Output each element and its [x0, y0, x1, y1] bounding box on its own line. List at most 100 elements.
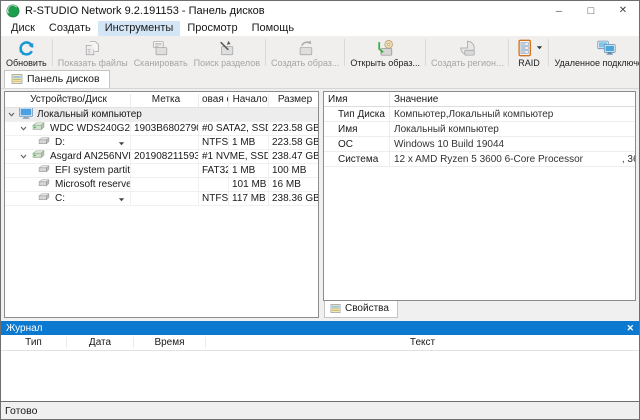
log-body: [1, 351, 639, 401]
refresh-button[interactable]: Обновить: [3, 37, 50, 68]
property-name: Тип Диска: [324, 107, 390, 121]
tab-device-panel[interactable]: Панель дисков: [4, 70, 110, 88]
property-value: Локальный компьютер: [390, 124, 635, 135]
titlebar: R-STUDIO Network 9.2.191153 - Панель дис…: [1, 1, 639, 20]
cell-start: 101 MB: [229, 178, 269, 191]
properties-panel: Имя Значение Тип Диска Компьютер,Локальн…: [323, 91, 636, 301]
tab-properties[interactable]: Свойства: [324, 301, 398, 318]
chevron-down-icon[interactable]: [536, 42, 543, 54]
toolbar: Обновить Показать файлы Сканировать Поис…: [1, 36, 639, 68]
cell-size: 223.58 GB: [269, 136, 318, 149]
properties-wrap: Имя Значение Тип Диска Компьютер,Локальн…: [323, 91, 636, 318]
device-name: Microsoft reserved ...: [55, 179, 131, 190]
drive-icon: [31, 122, 46, 135]
show-files-icon: [83, 38, 103, 57]
cell-label: 201908211593: [131, 150, 199, 163]
create-region-button[interactable]: Создать регион...: [428, 37, 507, 68]
cell-label: 1903B6802790: [131, 122, 199, 135]
cell-label: [131, 192, 199, 205]
cell-filesystem: NTFS: [199, 136, 229, 149]
column-header-start[interactable]: Начало: [229, 94, 269, 107]
property-value: Windows 10 Build 19044: [390, 139, 635, 150]
maximize-icon[interactable]: □: [575, 1, 607, 20]
tab-label: Свойства: [345, 303, 389, 314]
column-header-label[interactable]: Метка: [131, 94, 199, 107]
property-row[interactable]: Система 12 x AMD Ryzen 5 3600 6-Core Pro…: [324, 152, 635, 167]
toolbar-separator: [425, 39, 426, 66]
minimize-icon[interactable]: ─: [543, 1, 575, 20]
menu-view[interactable]: Просмотр: [180, 21, 244, 36]
chevron-expanded-icon[interactable]: [19, 124, 28, 133]
disk-tree-panel: Устройство/Диск Метка овая си Начало Раз…: [4, 91, 319, 318]
create-image-icon: [295, 38, 315, 57]
app-logo-icon: [6, 4, 20, 18]
cell-interface: #1 NVME, SSD: [199, 150, 269, 163]
raid-button[interactable]: RAID: [511, 37, 546, 68]
close-icon[interactable]: ✕: [626, 323, 634, 334]
cell-start: 1 MB: [229, 136, 269, 149]
open-image-icon: [375, 38, 395, 57]
remote-connection-icon: [596, 38, 616, 57]
show-files-button[interactable]: Показать файлы: [55, 37, 131, 68]
create-image-button[interactable]: Создать образ...: [268, 37, 342, 68]
partition-icon: [37, 137, 51, 149]
log-column-type[interactable]: Тип: [1, 337, 67, 348]
toolbar-separator: [265, 39, 266, 66]
log-title: Журнал: [6, 323, 43, 334]
chevron-expanded-icon[interactable]: [19, 152, 28, 161]
toolbar-separator: [52, 39, 53, 66]
menu-disk[interactable]: Диск: [4, 21, 42, 36]
scan-button[interactable]: Сканировать: [131, 37, 191, 68]
toolbar-separator: [508, 39, 509, 66]
table-row-drive[interactable]: Asgard AN256NVMe-M... 201908211593 #1 NV…: [5, 150, 318, 164]
tab-label: Панель дисков: [27, 73, 100, 85]
cell-size: 100 MB: [269, 164, 318, 177]
open-image-button[interactable]: Открыть образ...: [347, 37, 423, 68]
log-column-date[interactable]: Дата: [67, 337, 134, 348]
property-row[interactable]: Имя Локальный компьютер: [324, 122, 635, 137]
menu-create[interactable]: Создать: [42, 21, 98, 36]
cell-filesystem: [199, 178, 229, 191]
properties-header: Имя Значение: [324, 92, 635, 107]
find-partitions-button[interactable]: Поиск разделов: [191, 37, 263, 68]
column-header-filesystem[interactable]: овая си: [199, 94, 229, 107]
property-name: Система: [324, 152, 390, 166]
table-row-partition[interactable]: EFI system partition FAT32 1 MB 100 MB: [5, 164, 318, 178]
remote-connection-button[interactable]: Удаленное подключение: [551, 37, 640, 68]
property-name: ОС: [324, 137, 390, 151]
device-panel-icon: [11, 73, 23, 85]
dropdown-icon[interactable]: [118, 195, 125, 202]
close-icon[interactable]: ✕: [607, 1, 639, 20]
cell-label: [131, 164, 199, 177]
partition-icon: [37, 179, 51, 191]
log-column-text[interactable]: Текст: [206, 337, 639, 348]
table-row-partition[interactable]: C: NTFS 117 MB 238.36 GB: [5, 192, 318, 206]
status-text: Готово: [5, 405, 37, 417]
dropdown-icon[interactable]: [118, 139, 125, 146]
table-row-drive[interactable]: WDC WDS240G2G0A-00J... 1903B6802790 #0 S…: [5, 122, 318, 136]
table-row-partition[interactable]: D: NTFS 1 MB 223.58 GB: [5, 136, 318, 150]
column-header-value[interactable]: Значение: [390, 94, 635, 105]
chevron-expanded-icon[interactable]: [7, 110, 16, 119]
log-column-time[interactable]: Время: [134, 337, 206, 348]
log-titlebar: Журнал ✕: [1, 321, 639, 335]
device-name: EFI system partition: [55, 165, 131, 176]
menu-tools[interactable]: Инструменты: [98, 21, 181, 36]
tabstrip: Панель дисков: [1, 68, 639, 89]
property-row[interactable]: Тип Диска Компьютер,Локальный компьютер: [324, 107, 635, 122]
computer-icon: [19, 107, 33, 122]
sort-ascending-icon: [43, 92, 93, 103]
cell-filesystem: NTFS: [199, 192, 229, 205]
property-row[interactable]: ОС Windows 10 Build 19044: [324, 137, 635, 152]
property-value: 12 x AMD Ryzen 5 3600 6-Core Processor ,…: [390, 154, 635, 165]
partition-icon: [37, 193, 51, 205]
create-region-icon: [457, 38, 477, 57]
menu-help[interactable]: Помощь: [245, 21, 302, 36]
cell-interface: #0 SATA2, SSD: [199, 122, 269, 135]
column-header-name[interactable]: Имя: [324, 92, 390, 106]
menubar: Диск Создать Инструменты Просмотр Помощь: [1, 20, 639, 36]
table-row-computer[interactable]: Локальный компьютер: [5, 108, 318, 122]
table-row-partition[interactable]: Microsoft reserved ... 101 MB 16 MB: [5, 178, 318, 192]
drive-icon: [31, 150, 46, 163]
column-header-size[interactable]: Размер: [269, 94, 318, 107]
